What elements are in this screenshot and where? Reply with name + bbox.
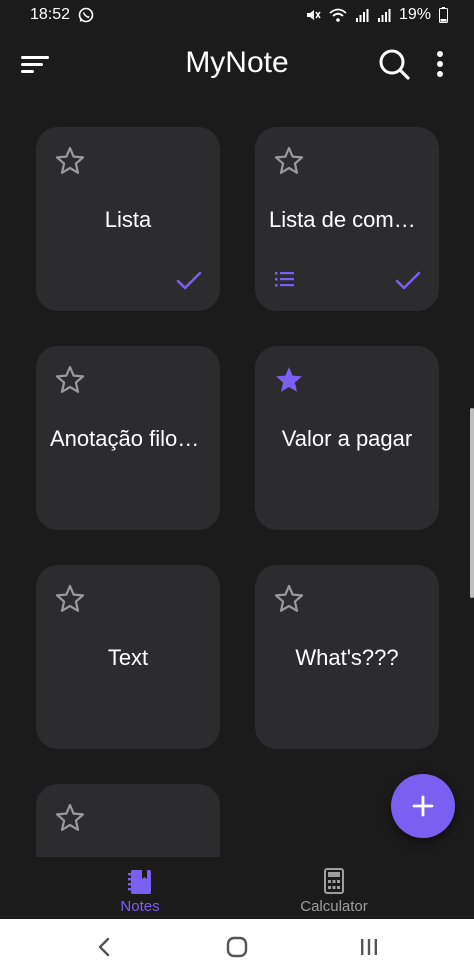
more-options-button[interactable] bbox=[428, 46, 452, 82]
star-outline-icon[interactable] bbox=[54, 364, 86, 396]
home-button[interactable] bbox=[222, 933, 252, 961]
back-icon bbox=[98, 937, 110, 957]
app-bar: MyNote bbox=[0, 34, 474, 96]
home-icon bbox=[226, 936, 248, 958]
note-card[interactable]: Lista de compras bbox=[255, 127, 439, 311]
check-icon bbox=[393, 269, 423, 293]
status-time: 18:52 bbox=[30, 6, 71, 23]
note-card[interactable]: Text bbox=[36, 565, 220, 749]
note-title: Anotação filosófica bbox=[50, 426, 206, 451]
battery-icon bbox=[439, 7, 448, 23]
star-outline-icon[interactable] bbox=[54, 802, 86, 834]
calculator-icon bbox=[324, 868, 344, 894]
notes-grid: Lista Lista de compras Anotação filosófica… bbox=[0, 112, 474, 857]
nav-label-notes: Notes bbox=[120, 898, 160, 915]
note-title: Lista bbox=[104, 207, 152, 232]
note-title: What's??? bbox=[295, 645, 399, 670]
star-filled-icon[interactable] bbox=[273, 364, 305, 396]
check-icon bbox=[174, 269, 204, 293]
note-card[interactable]: Anotação filosófica bbox=[36, 346, 220, 530]
battery-percent: 19% bbox=[398, 6, 431, 23]
nav-item-calculator[interactable]: Calculator bbox=[264, 857, 404, 919]
whatsapp-icon bbox=[78, 7, 94, 23]
star-outline-icon[interactable] bbox=[273, 145, 305, 177]
note-card[interactable]: Lista bbox=[36, 127, 220, 311]
note-card[interactable] bbox=[36, 784, 220, 857]
star-outline-icon[interactable] bbox=[54, 145, 86, 177]
search-button[interactable] bbox=[376, 46, 412, 82]
plus-icon bbox=[412, 795, 434, 817]
checklist-icon bbox=[273, 269, 297, 289]
note-card[interactable]: What's??? bbox=[255, 565, 439, 749]
note-title: Lista de compras bbox=[269, 207, 425, 232]
system-navigation-bar bbox=[0, 919, 474, 974]
more-vert-icon bbox=[437, 51, 443, 77]
star-outline-icon[interactable] bbox=[273, 583, 305, 615]
notebook-icon bbox=[128, 870, 151, 894]
nav-label-calculator: Calculator bbox=[300, 898, 368, 915]
status-bar: 18:52 19% bbox=[0, 0, 474, 30]
signal-icon bbox=[355, 8, 369, 22]
back-button[interactable] bbox=[90, 933, 120, 961]
signal-icon bbox=[377, 8, 391, 22]
scrollbar[interactable] bbox=[470, 408, 474, 598]
wifi-icon bbox=[329, 7, 347, 23]
search-icon bbox=[379, 49, 410, 80]
recents-icon bbox=[361, 939, 377, 955]
star-outline-icon[interactable] bbox=[54, 583, 86, 615]
nav-item-notes[interactable]: Notes bbox=[70, 857, 210, 919]
bottom-navigation: Notes Calculator bbox=[0, 857, 474, 919]
note-title: Text bbox=[107, 645, 149, 670]
mute-icon bbox=[305, 7, 321, 23]
note-title: Valor a pagar bbox=[281, 426, 413, 451]
add-note-button[interactable] bbox=[391, 774, 455, 838]
recents-button[interactable] bbox=[354, 933, 384, 961]
note-card[interactable]: Valor a pagar bbox=[255, 346, 439, 530]
